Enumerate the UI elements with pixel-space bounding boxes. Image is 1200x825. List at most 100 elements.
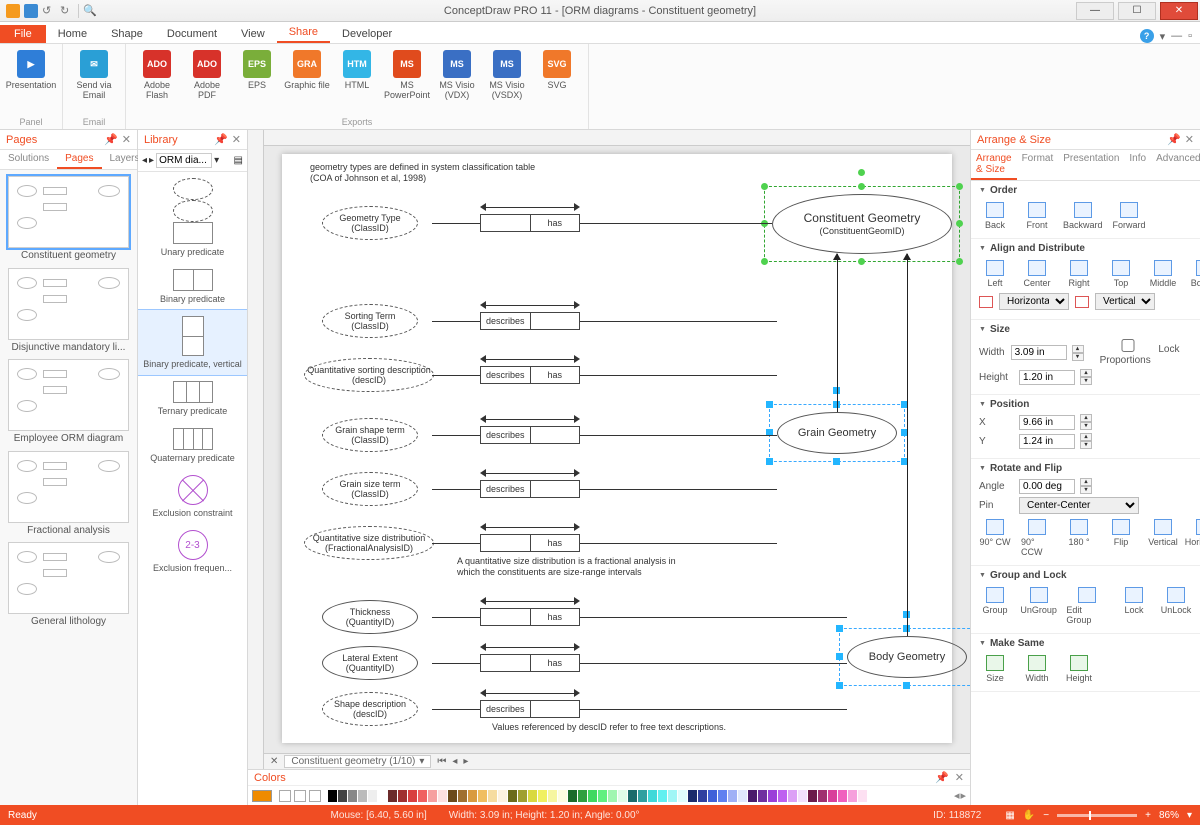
maximize-button[interactable]: ☐ bbox=[1118, 2, 1156, 20]
spin-up-icon[interactable]: ▴ bbox=[1080, 478, 1092, 486]
export-ms-visio-vsdx--button[interactable]: MS MS Visio (VSDX) bbox=[484, 46, 530, 100]
color-swatch[interactable] bbox=[608, 790, 617, 802]
width-input[interactable] bbox=[1011, 345, 1067, 360]
library-item[interactable]: Unary predicate bbox=[138, 216, 247, 263]
middle-button[interactable]: Middle bbox=[1147, 260, 1179, 288]
color-swatch[interactable] bbox=[498, 790, 507, 802]
left-button[interactable]: Left bbox=[979, 260, 1011, 288]
pin-icon[interactable]: 📌 bbox=[214, 133, 228, 146]
color-swatch[interactable] bbox=[398, 790, 407, 802]
color-swatch[interactable] bbox=[558, 790, 567, 802]
color-swatch[interactable] bbox=[378, 790, 387, 802]
color-swatch[interactable] bbox=[418, 790, 427, 802]
entity-oval[interactable]: Shape description(descID) bbox=[322, 692, 418, 726]
subtab-advanced[interactable]: Advanced bbox=[1151, 150, 1200, 180]
center-button[interactable]: Center bbox=[1021, 260, 1053, 288]
fill-foreground-icon[interactable] bbox=[294, 790, 306, 802]
subtab-format[interactable]: Format bbox=[1017, 150, 1059, 180]
subtab-presentation[interactable]: Presentation bbox=[1058, 150, 1124, 180]
entity-constituent-geometry[interactable]: Constituent Geometry(ConstituentGeomID) bbox=[772, 194, 952, 254]
color-swatch[interactable] bbox=[478, 790, 487, 802]
sheet-nav-prev-icon[interactable]: ◂ bbox=[452, 756, 457, 767]
fill-background-icon[interactable] bbox=[309, 790, 321, 802]
color-swatch[interactable] bbox=[638, 790, 647, 802]
zoom-slider[interactable] bbox=[1057, 814, 1137, 817]
width-button[interactable]: Width bbox=[1021, 655, 1053, 683]
spin-down-icon[interactable]: ▾ bbox=[1080, 377, 1092, 385]
color-swatch[interactable] bbox=[748, 790, 757, 802]
color-swatch[interactable] bbox=[588, 790, 597, 802]
ribbon-collapse-icon[interactable]: ▾ bbox=[1160, 30, 1166, 43]
entity-oval[interactable]: Lateral Extent(QuantityID) bbox=[322, 646, 418, 680]
distribute-h-select[interactable]: Horizontal bbox=[999, 293, 1069, 310]
color-swatch[interactable] bbox=[798, 790, 807, 802]
spin-down-icon[interactable]: ▾ bbox=[1080, 422, 1092, 430]
distribute-h-icon[interactable] bbox=[979, 296, 993, 308]
color-swatch[interactable] bbox=[818, 790, 827, 802]
front-button[interactable]: Front bbox=[1021, 202, 1053, 230]
zoom-out-icon[interactable]: − bbox=[1043, 810, 1049, 821]
color-swatch[interactable] bbox=[698, 790, 707, 802]
color-swatch[interactable] bbox=[778, 790, 787, 802]
predicate-box[interactable]: describes bbox=[480, 480, 580, 498]
page-thumbnail[interactable] bbox=[8, 542, 129, 614]
library-item[interactable]: Entity bbox=[138, 172, 247, 194]
right-button[interactable]: Right bbox=[1063, 260, 1095, 288]
close-panel-icon[interactable]: ✕ bbox=[1185, 133, 1194, 146]
distribute-v-select[interactable]: Vertical bbox=[1095, 293, 1155, 310]
help-icon[interactable]: ? bbox=[1140, 29, 1154, 43]
top-button[interactable]: Top bbox=[1105, 260, 1137, 288]
lock-proportions-checkbox[interactable] bbox=[1100, 339, 1156, 352]
library-item[interactable]: Binary predicate bbox=[138, 263, 247, 310]
180--button[interactable]: 180 ° bbox=[1063, 519, 1095, 557]
current-color[interactable] bbox=[252, 790, 272, 802]
height-input[interactable] bbox=[1019, 370, 1075, 385]
entity-oval[interactable]: Quantitative size distribution(Fractiona… bbox=[304, 526, 434, 560]
predicate-box[interactable]: describes bbox=[480, 426, 580, 444]
page-thumbnail[interactable] bbox=[8, 268, 129, 340]
sheet-nav-first-icon[interactable]: ⏮ bbox=[437, 756, 446, 767]
zoom-dropdown-icon[interactable]: ▾ bbox=[1187, 810, 1192, 821]
export-ms-powerpoint-button[interactable]: MS MS PowerPoint bbox=[384, 46, 430, 100]
search-icon[interactable]: 🔍 bbox=[83, 4, 97, 18]
color-swatch[interactable] bbox=[718, 790, 727, 802]
color-swatch[interactable] bbox=[838, 790, 847, 802]
export-html-button[interactable]: HTM HTML bbox=[334, 46, 380, 90]
color-swatch[interactable] bbox=[708, 790, 717, 802]
sheet-nav-next-icon[interactable]: ▸ bbox=[463, 756, 468, 767]
color-swatch[interactable] bbox=[468, 790, 477, 802]
eyedropper-icon[interactable] bbox=[279, 790, 291, 802]
color-swatch[interactable] bbox=[338, 790, 347, 802]
color-swatch[interactable] bbox=[348, 790, 357, 802]
tab-developer[interactable]: Developer bbox=[330, 25, 404, 43]
library-picker[interactable] bbox=[156, 153, 212, 168]
subtab-solutions[interactable]: Solutions bbox=[0, 150, 57, 169]
tab-document[interactable]: Document bbox=[155, 25, 229, 43]
color-swatch[interactable] bbox=[518, 790, 527, 802]
library-item[interactable]: Quaternary predicate bbox=[138, 422, 247, 469]
predicate-box[interactable]: describes bbox=[480, 312, 580, 330]
color-swatch[interactable] bbox=[438, 790, 447, 802]
send-email-button[interactable]: ✉ Send via Email bbox=[71, 46, 117, 100]
lock-button[interactable]: Lock bbox=[1118, 587, 1150, 625]
library-item[interactable]: Binary predicate, vertical bbox=[138, 310, 247, 375]
entity-oval[interactable]: Grain shape term(ClassID) bbox=[322, 418, 418, 452]
x-input[interactable] bbox=[1019, 415, 1075, 430]
color-swatch[interactable] bbox=[568, 790, 577, 802]
spin-up-icon[interactable]: ▴ bbox=[1080, 433, 1092, 441]
tab-shape[interactable]: Shape bbox=[99, 25, 155, 43]
subtab-arrange[interactable]: Arrange & Size bbox=[971, 150, 1017, 180]
tab-home[interactable]: Home bbox=[46, 25, 99, 43]
predicate-box[interactable]: describes bbox=[480, 700, 580, 718]
library-item[interactable]: 2-3Exclusion frequen... bbox=[138, 524, 247, 579]
minimize-button[interactable]: — bbox=[1076, 2, 1114, 20]
spin-down-icon[interactable]: ▾ bbox=[1072, 353, 1084, 361]
save-icon[interactable] bbox=[24, 4, 38, 18]
canvas[interactable]: geometry types are defined in system cla… bbox=[264, 146, 970, 753]
subtab-info[interactable]: Info bbox=[1124, 150, 1151, 180]
color-swatch[interactable] bbox=[758, 790, 767, 802]
tab-view[interactable]: View bbox=[229, 25, 277, 43]
pin-icon[interactable]: 📌 bbox=[1167, 133, 1181, 146]
predicate-box[interactable]: has bbox=[480, 608, 580, 626]
back-button[interactable]: Back bbox=[979, 202, 1011, 230]
